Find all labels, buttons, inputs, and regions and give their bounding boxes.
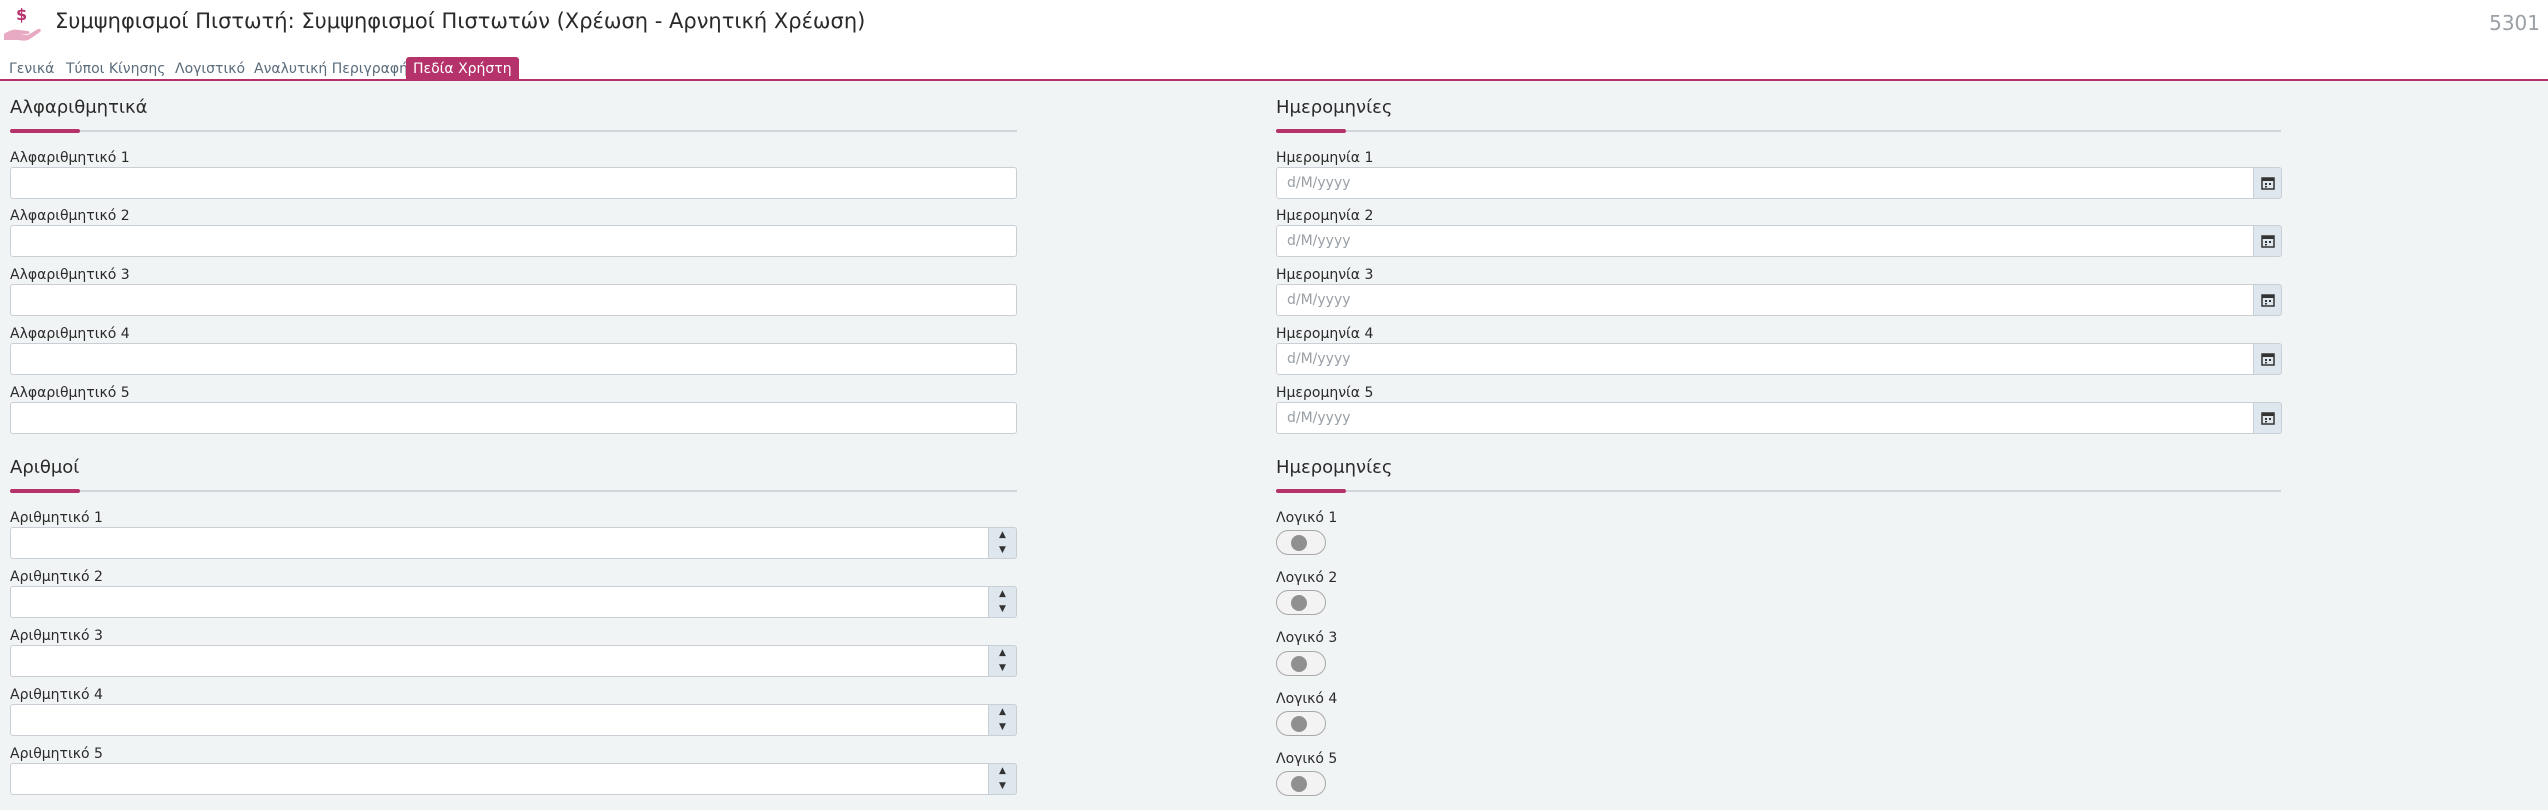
alphanumeric-section-divider [10, 129, 1017, 133]
numbers-section-title: Αριθμοί [10, 457, 80, 478]
date-3-input[interactable] [1276, 284, 2254, 316]
calendar-icon [2260, 235, 2275, 248]
logical-1-toggle[interactable] [1276, 530, 1326, 555]
date-3-label: Ημερομηνία 3 [1276, 267, 1374, 283]
spin-down-icon[interactable]: ▼ [989, 661, 1016, 676]
spin-down-icon[interactable]: ▼ [989, 543, 1016, 558]
alphanumeric-section-title: Αλφαριθμητικά [10, 97, 148, 118]
hand-money-icon: $ [4, 5, 41, 41]
logical-3-label: Λογικό 3 [1276, 630, 1338, 646]
date-2-input[interactable] [1276, 225, 2254, 257]
numeric-5-spinner: ▲ ▼ [989, 763, 1017, 795]
numeric-1-spinner: ▲ ▼ [989, 527, 1017, 559]
date-1-calendar-button[interactable] [2254, 167, 2282, 199]
date-2-label: Ημερομηνία 2 [1276, 208, 1374, 224]
numeric-2-input[interactable] [10, 586, 989, 618]
logical-5-label: Λογικό 5 [1276, 751, 1338, 767]
tab-accounting[interactable]: Λογιστικό [175, 57, 245, 81]
numeric-1-label: Αριθμητικό 1 [10, 510, 103, 526]
spin-down-icon[interactable]: ▼ [989, 779, 1016, 794]
alphanumeric-5-label: Αλφαριθμητικό 5 [10, 385, 130, 401]
alphanumeric-1-label: Αλφαριθμητικό 1 [10, 150, 130, 166]
date-3-calendar-button[interactable] [2254, 284, 2282, 316]
date-5-label: Ημερομηνία 5 [1276, 385, 1374, 401]
logical-1-label: Λογικό 1 [1276, 510, 1338, 526]
calendar-icon [2260, 294, 2275, 307]
numeric-2-label: Αριθμητικό 2 [10, 569, 103, 585]
logicals-section-title: Ημερομηνίες [1276, 457, 1393, 478]
numeric-3-label: Αριθμητικό 3 [10, 628, 103, 644]
dates-section-divider [1276, 129, 2281, 133]
spin-down-icon[interactable]: ▼ [989, 602, 1016, 617]
logical-3-toggle[interactable] [1276, 651, 1326, 676]
tab-user-fields[interactable]: Πεδία Χρήστη [406, 57, 519, 81]
tab-bar: Γενικά Τύποι Κίνησης Λογιστικό Αναλυτική… [0, 52, 2548, 81]
tab-detailed-description[interactable]: Αναλυτική Περιγραφή [254, 57, 408, 81]
logical-2-toggle[interactable] [1276, 590, 1326, 615]
date-1-label: Ημερομηνία 1 [1276, 150, 1374, 166]
alphanumeric-1-input[interactable] [10, 167, 1017, 199]
dates-section-title: Ημερομηνίες [1276, 97, 1393, 118]
spin-up-icon[interactable]: ▲ [989, 528, 1016, 543]
numeric-4-spinner: ▲ ▼ [989, 704, 1017, 736]
logical-5-toggle[interactable] [1276, 771, 1326, 796]
logical-2-label: Λογικό 2 [1276, 570, 1338, 586]
alphanumeric-2-label: Αλφαριθμητικό 2 [10, 208, 130, 224]
date-2-calendar-button[interactable] [2254, 225, 2282, 257]
alphanumeric-3-label: Αλφαριθμητικό 3 [10, 267, 130, 283]
date-5-calendar-button[interactable] [2254, 402, 2282, 434]
alphanumeric-5-input[interactable] [10, 402, 1017, 434]
numeric-2-spinner: ▲ ▼ [989, 586, 1017, 618]
tab-movement-types[interactable]: Τύποι Κίνησης [66, 57, 165, 81]
spin-up-icon[interactable]: ▲ [989, 705, 1016, 720]
spin-up-icon[interactable]: ▲ [989, 587, 1016, 602]
spin-up-icon[interactable]: ▲ [989, 764, 1016, 779]
date-4-input[interactable] [1276, 343, 2254, 375]
alphanumeric-4-label: Αλφαριθμητικό 4 [10, 326, 130, 342]
record-id: 5301 [2489, 11, 2540, 35]
numeric-4-input[interactable] [10, 704, 989, 736]
date-4-label: Ημερομηνία 4 [1276, 326, 1374, 342]
numeric-1-input[interactable] [10, 527, 989, 559]
numeric-3-input[interactable] [10, 645, 989, 677]
numeric-4-label: Αριθμητικό 4 [10, 687, 103, 703]
tab-general[interactable]: Γενικά [9, 57, 54, 81]
calendar-icon [2260, 353, 2275, 366]
logicals-section-divider [1276, 489, 2281, 493]
date-1-input[interactable] [1276, 167, 2254, 199]
numeric-5-label: Αριθμητικό 5 [10, 746, 103, 762]
numeric-3-spinner: ▲ ▼ [989, 645, 1017, 677]
logical-4-label: Λογικό 4 [1276, 691, 1338, 707]
logical-4-toggle[interactable] [1276, 711, 1326, 736]
svg-text:$: $ [16, 5, 27, 24]
calendar-icon [2260, 412, 2275, 425]
date-4-calendar-button[interactable] [2254, 343, 2282, 375]
page-header: $ Συμψηφισμοί Πιστωτή: Συμψηφισμοί Πιστω… [0, 0, 2548, 52]
spin-up-icon[interactable]: ▲ [989, 646, 1016, 661]
alphanumeric-2-input[interactable] [10, 225, 1017, 257]
numbers-section-divider [10, 489, 1017, 493]
alphanumeric-4-input[interactable] [10, 343, 1017, 375]
spin-down-icon[interactable]: ▼ [989, 720, 1016, 735]
page-title: Συμψηφισμοί Πιστωτή: Συμψηφισμοί Πιστωτώ… [55, 9, 866, 33]
calendar-icon [2260, 177, 2275, 190]
numeric-5-input[interactable] [10, 763, 989, 795]
alphanumeric-3-input[interactable] [10, 284, 1017, 316]
date-5-input[interactable] [1276, 402, 2254, 434]
